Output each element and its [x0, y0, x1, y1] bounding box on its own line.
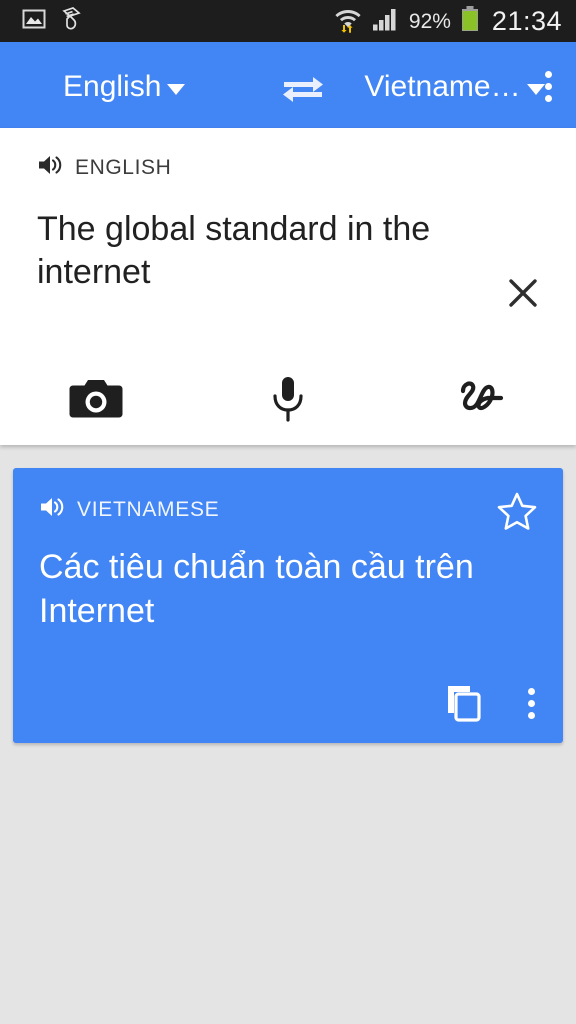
- translation-card: VIETNAMESE Các tiêu chuẩn toàn cầu trên …: [13, 468, 563, 743]
- microphone-icon: [273, 377, 303, 422]
- clock-label: 21:34: [491, 5, 562, 36]
- translated-text[interactable]: Các tiêu chuẩn toàn cầu trên Internet: [39, 546, 529, 633]
- translation-card-actions: [444, 683, 541, 723]
- target-language-badge: VIETNAMESE: [77, 497, 220, 521]
- handwriting-input-button[interactable]: [384, 376, 576, 422]
- toolbar-overflow-menu-icon[interactable]: [544, 71, 552, 102]
- hand-cash-icon: [60, 6, 86, 37]
- wifi-with-transfer-arrows-icon: [333, 5, 363, 38]
- input-methods-row: [0, 375, 576, 423]
- camera-input-button[interactable]: [0, 376, 192, 422]
- source-text-panel: ENGLISH The global standard in the inter…: [0, 128, 576, 445]
- battery-percent-label: 92%: [408, 9, 451, 33]
- speaker-icon[interactable]: [37, 154, 63, 181]
- source-language-selector[interactable]: English: [63, 69, 186, 104]
- handwriting-icon: [460, 381, 504, 411]
- source-panel-header: ENGLISH: [37, 154, 546, 181]
- chevron-down-icon: [526, 84, 545, 95]
- star-outline-icon[interactable]: [495, 490, 539, 539]
- speaker-icon[interactable]: [39, 496, 65, 523]
- translation-card-header: VIETNAMESE: [39, 496, 219, 523]
- source-language-label: English: [63, 69, 162, 103]
- image-icon: [22, 7, 46, 36]
- status-bar: 92% 21:34: [0, 0, 576, 42]
- status-bar-system-icons: 92% 21:34: [333, 5, 576, 38]
- target-language-selector[interactable]: Vietname…: [364, 69, 545, 104]
- camera-icon: [69, 380, 123, 418]
- translation-card-overflow-menu-icon[interactable]: [522, 684, 541, 723]
- copy-icon[interactable]: [444, 683, 484, 723]
- source-text[interactable]: The global standard in the internet: [37, 208, 536, 294]
- language-toolbar: English Vietname…: [0, 45, 576, 128]
- chevron-down-icon: [167, 84, 186, 95]
- target-language-label: Vietname…: [364, 69, 521, 103]
- voice-input-button[interactable]: [192, 375, 384, 423]
- source-language-badge: ENGLISH: [75, 155, 172, 179]
- battery-icon: [460, 5, 480, 38]
- swap-languages-button[interactable]: [280, 70, 326, 104]
- status-bar-notifications: [0, 6, 86, 37]
- translate-app-screen: 92% 21:34 English Vietname… ENGLISH The …: [0, 0, 576, 1024]
- swap-horizontal-icon: [283, 76, 324, 102]
- cellular-signal-icon: [372, 6, 400, 37]
